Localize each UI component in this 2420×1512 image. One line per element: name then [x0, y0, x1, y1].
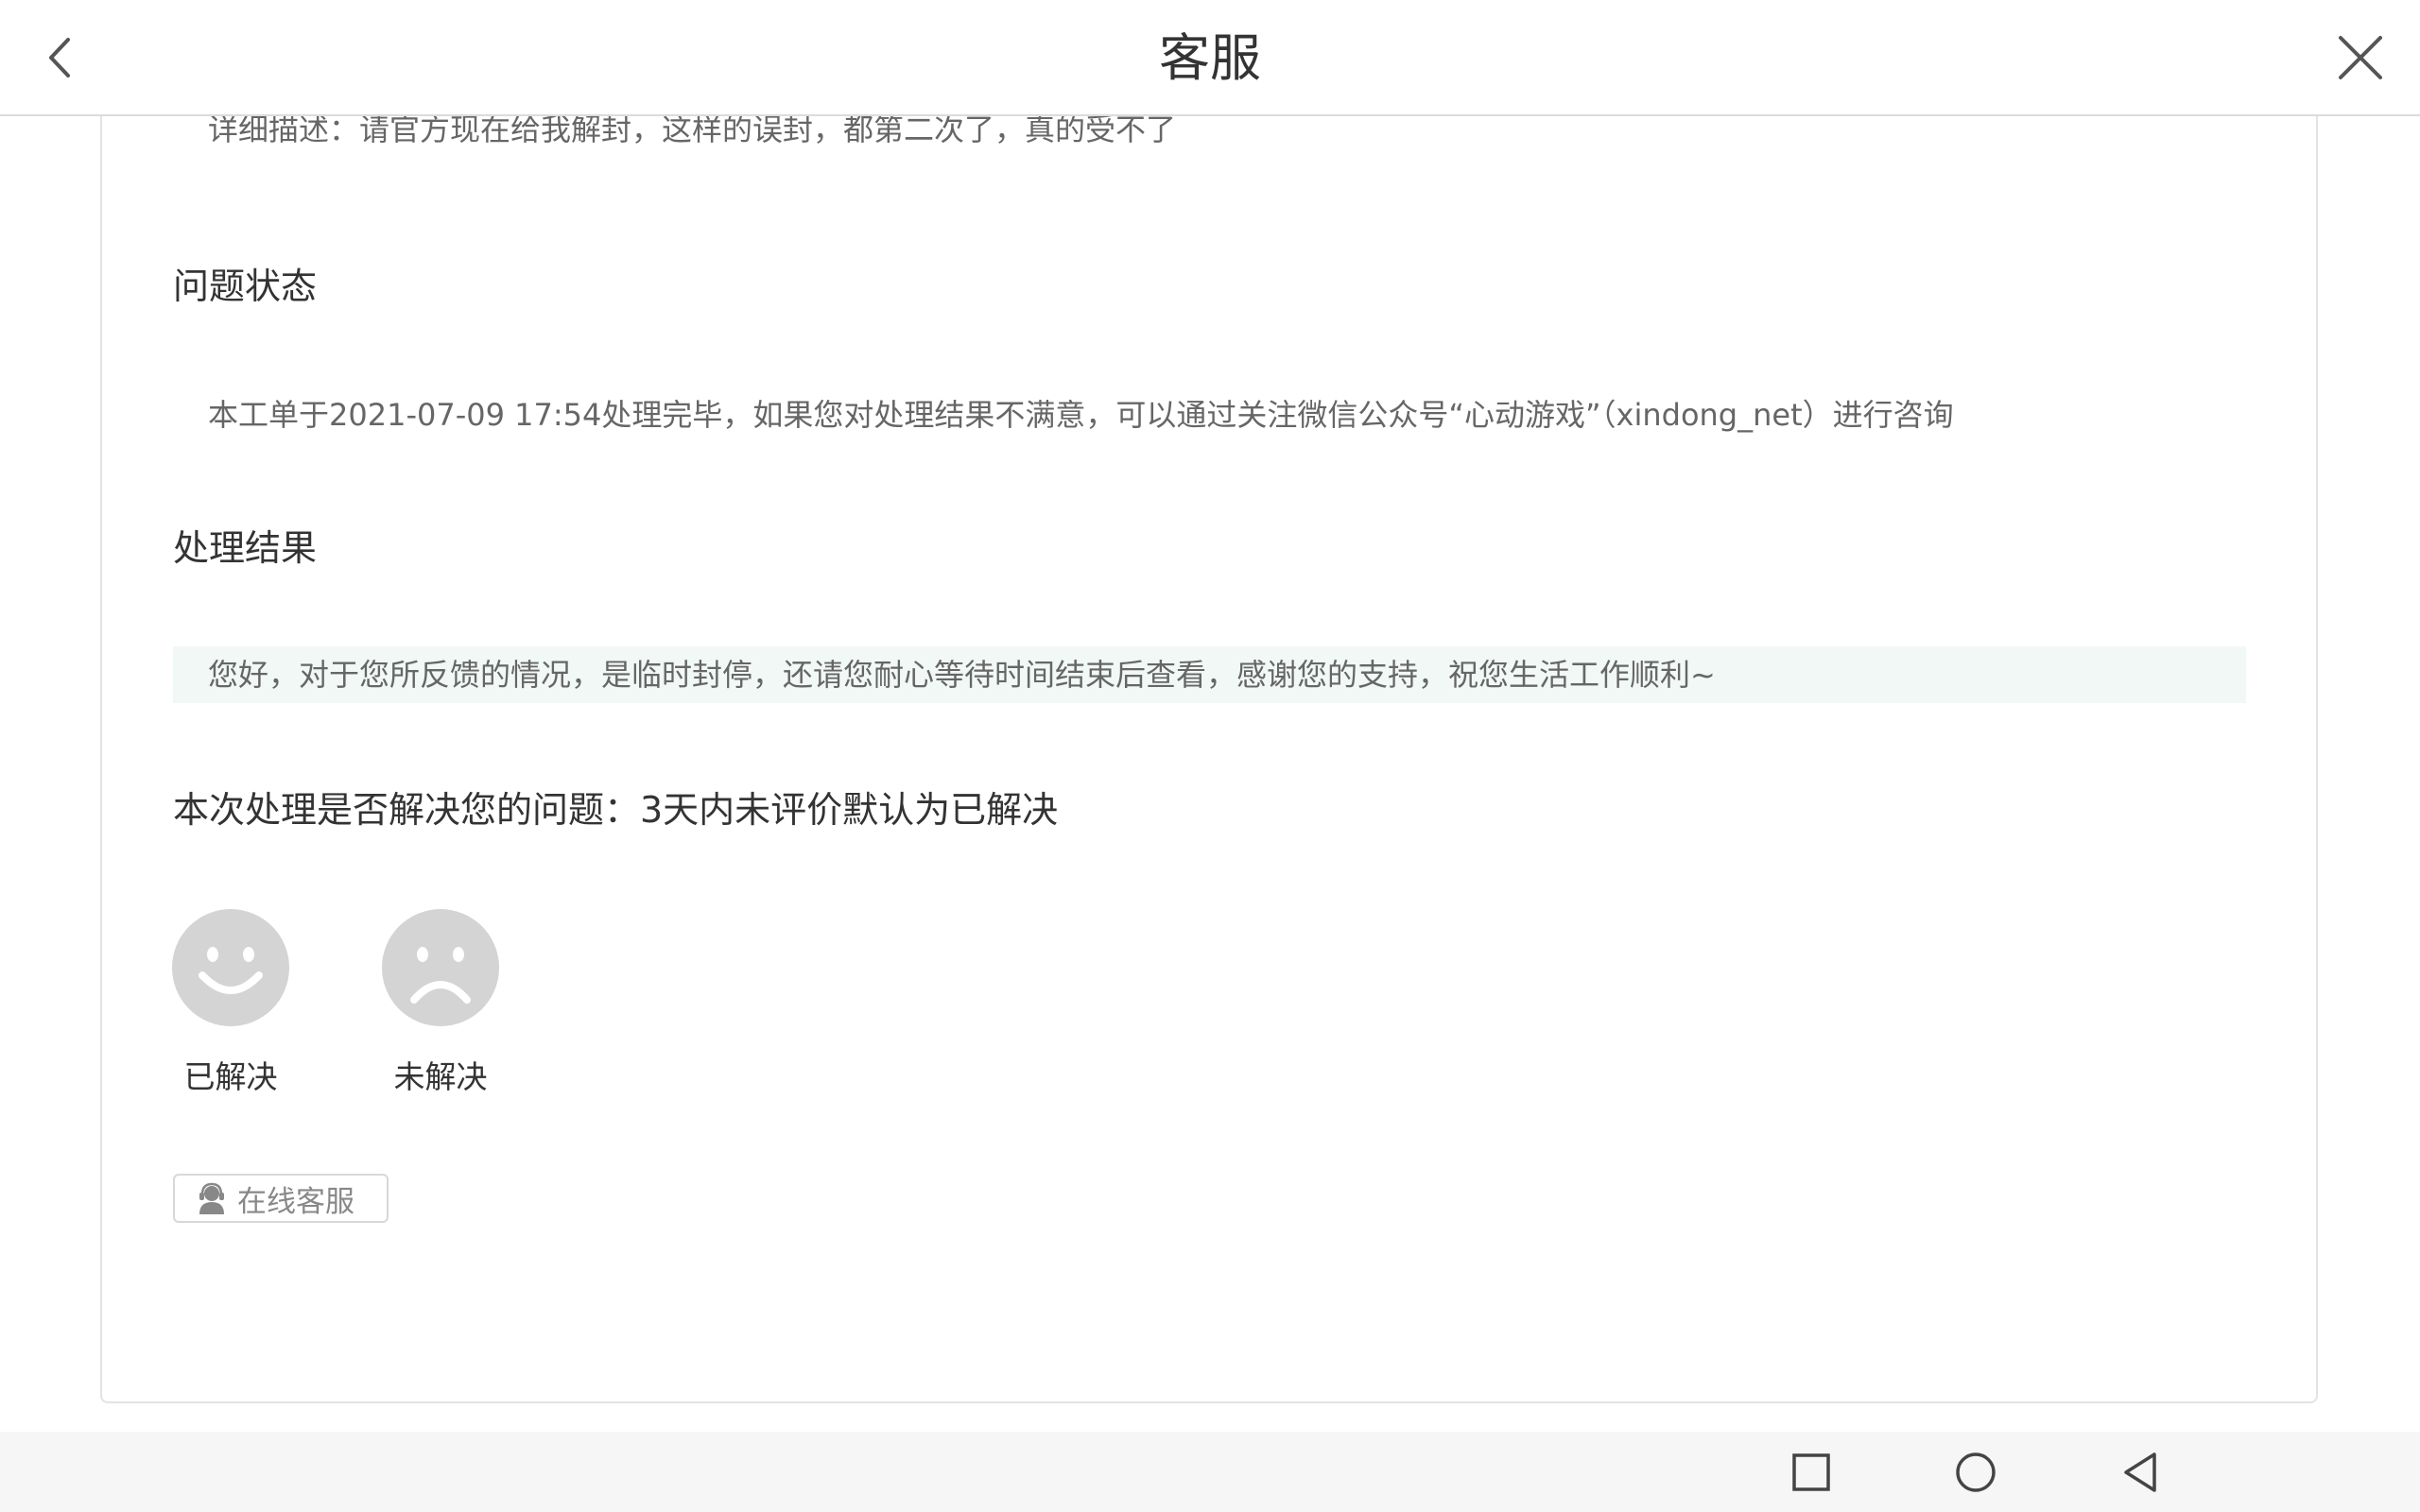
close-icon	[2339, 36, 2382, 79]
status-text: 本工单于2021-07-09 17:54处理完毕，如果您对处理结果不满意，可以通…	[208, 397, 1954, 433]
back-button[interactable]	[28, 25, 95, 91]
smiley-face-icon	[172, 909, 289, 1026]
home-button[interactable]	[1954, 1451, 1997, 1494]
result-box: 您好，对于您所反馈的情况，是临时封停，还请您耐心等待时间结束后查看，感谢您的支持…	[173, 646, 2246, 703]
result-section-title: 处理结果	[173, 527, 318, 569]
system-back-button[interactable]	[2118, 1451, 2162, 1494]
unresolved-button[interactable]	[382, 909, 499, 1026]
feedback-question: 本次处理是否解决您的问题：3天内未评价默认为已解决	[173, 789, 1059, 831]
recent-apps-icon	[1792, 1453, 1830, 1491]
customer-service-icon	[196, 1182, 228, 1214]
result-text: 您好，对于您所反馈的情况，是临时封停，还请您耐心等待时间结束后查看，感谢您的支持…	[208, 657, 1716, 693]
unresolved-label: 未解决	[393, 1058, 488, 1095]
customer-service-page: 详细描述：请官方现在给我解封，这样的误封，都第二次了，真的受不了 问题状态 本工…	[0, 0, 2420, 1512]
home-icon	[1956, 1452, 1996, 1492]
resolved-button[interactable]	[172, 909, 289, 1026]
recent-apps-button[interactable]	[1789, 1451, 1833, 1494]
close-button[interactable]	[2327, 25, 2394, 91]
online-service-label: 在线客服	[237, 1184, 354, 1219]
online-service-button[interactable]: 在线客服	[173, 1174, 389, 1223]
resolved-label: 已解决	[183, 1058, 278, 1095]
chevron-left-icon	[49, 38, 70, 77]
back-triangle-icon	[2124, 1452, 2156, 1492]
status-section-title: 问题状态	[173, 266, 318, 307]
system-nav-bar	[0, 1432, 2420, 1512]
top-header: 客服	[0, 0, 2420, 116]
ticket-card	[100, 57, 2318, 1403]
sad-face-icon	[382, 909, 499, 1026]
page-title: 客服	[1159, 28, 1261, 88]
